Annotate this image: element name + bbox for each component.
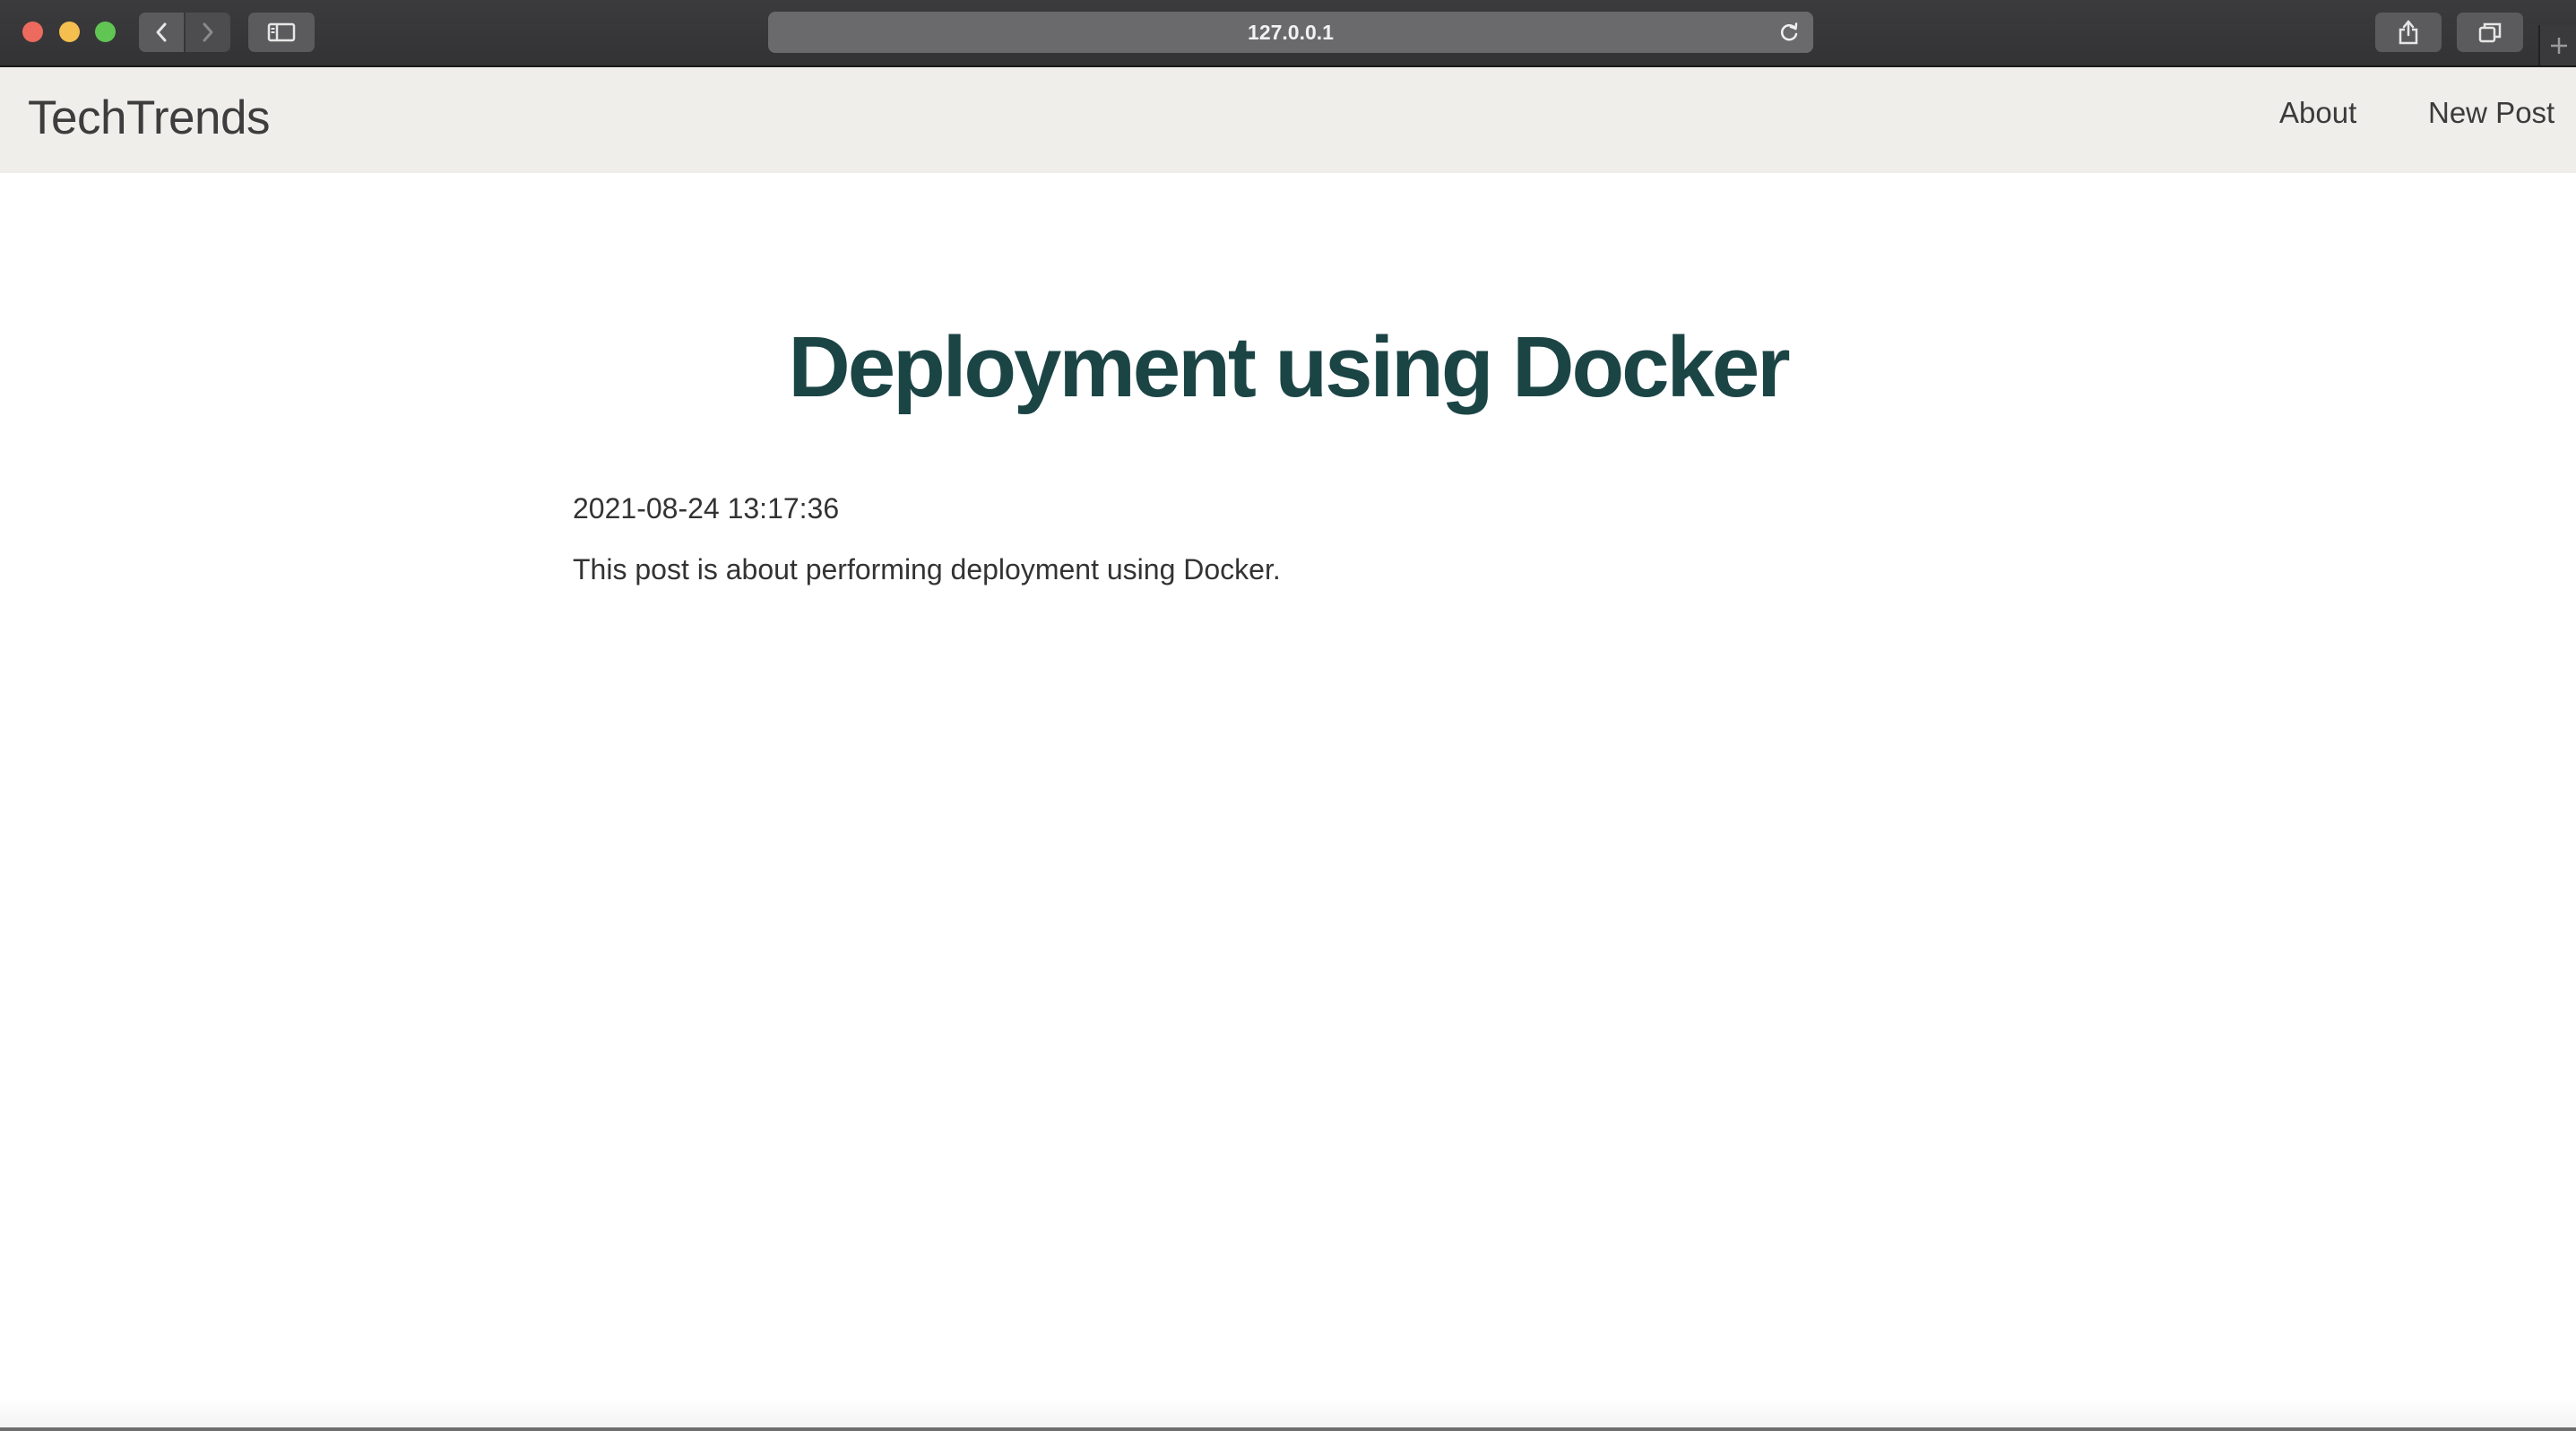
minimize-window-button[interactable] — [59, 22, 80, 42]
post-title: Deployment using Docker — [788, 319, 1790, 415]
new-tab-button[interactable] — [2538, 25, 2576, 65]
brand-link[interactable]: TechTrends — [28, 91, 270, 145]
tab-overview-button[interactable] — [2457, 13, 2523, 52]
tabs-overview-icon — [2478, 22, 2502, 43]
address-bar[interactable]: 127.0.0.1 — [768, 12, 1813, 53]
browser-toolbar: 127.0.0.1 — [0, 0, 2576, 67]
plus-icon — [2551, 38, 2567, 54]
share-button[interactable] — [2375, 13, 2442, 52]
window-bottom-edge — [0, 1427, 2576, 1431]
chevron-right-icon — [203, 22, 213, 42]
maximize-window-button[interactable] — [95, 22, 116, 42]
back-button[interactable] — [139, 13, 184, 52]
sidebar-toggle-button[interactable] — [248, 13, 315, 52]
browser-window: 127.0.0.1 TechTrends About New Post Depl… — [0, 0, 2576, 1431]
forward-button[interactable] — [186, 13, 230, 52]
site-navbar: TechTrends About New Post — [0, 67, 2576, 173]
nav-link-about[interactable]: About — [2279, 96, 2356, 130]
chevron-left-icon — [156, 22, 167, 42]
close-window-button[interactable] — [22, 22, 43, 42]
bottom-shadow — [0, 1399, 2576, 1431]
share-icon — [2399, 20, 2418, 45]
post-created-date: 2021-08-24 13:17:36 — [573, 492, 840, 525]
reload-icon[interactable] — [1777, 21, 1801, 44]
nav-link-new-post[interactable]: New Post — [2428, 96, 2554, 130]
post-content: This post is about performing deployment… — [573, 553, 1281, 585]
address-url: 127.0.0.1 — [1248, 21, 1334, 44]
sidebar-icon — [267, 22, 296, 42]
